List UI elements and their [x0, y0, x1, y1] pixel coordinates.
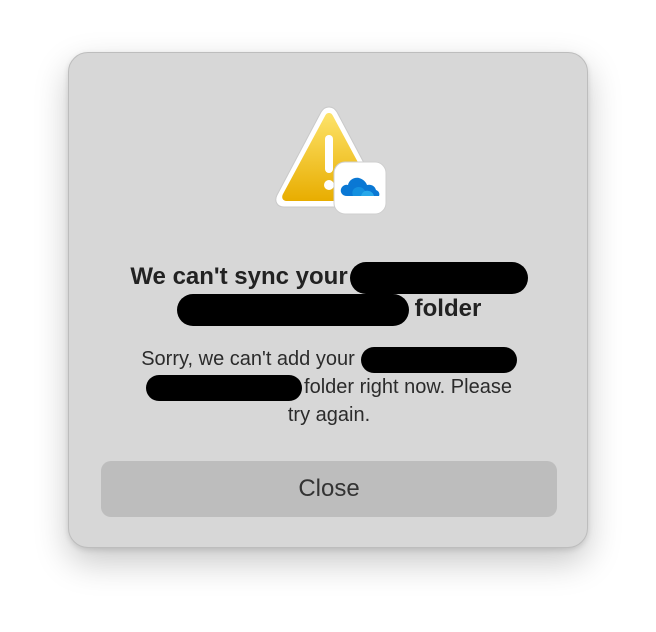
close-button[interactable]: Close	[101, 461, 557, 517]
dialog-message-suffix: folder right now. Please	[304, 376, 512, 398]
redacted-text	[360, 346, 517, 373]
redacted-text	[176, 293, 409, 326]
alert-icon-group	[269, 103, 389, 219]
dialog-title-line-1: We can't sync your	[99, 261, 559, 294]
dialog-title-line-2: folder	[99, 293, 559, 326]
dialog-message-line-1: Sorry, we can't add your	[99, 345, 559, 373]
redacted-text	[349, 261, 528, 294]
dialog-message-text: Sorry, we can't add your	[141, 348, 355, 370]
dialog-message-line-3: try again.	[99, 401, 559, 429]
redacted-text	[146, 374, 303, 401]
onedrive-cloud-icon	[333, 161, 387, 215]
dialog-title-suffix: folder	[414, 295, 482, 322]
dialog-message-line-2: folder right now. Please	[99, 373, 559, 401]
sync-error-dialog: We can't sync your folder Sorry, we can'…	[68, 52, 588, 548]
dialog-title-text: We can't sync your	[130, 263, 348, 290]
dialog-message-end: try again.	[287, 404, 371, 426]
